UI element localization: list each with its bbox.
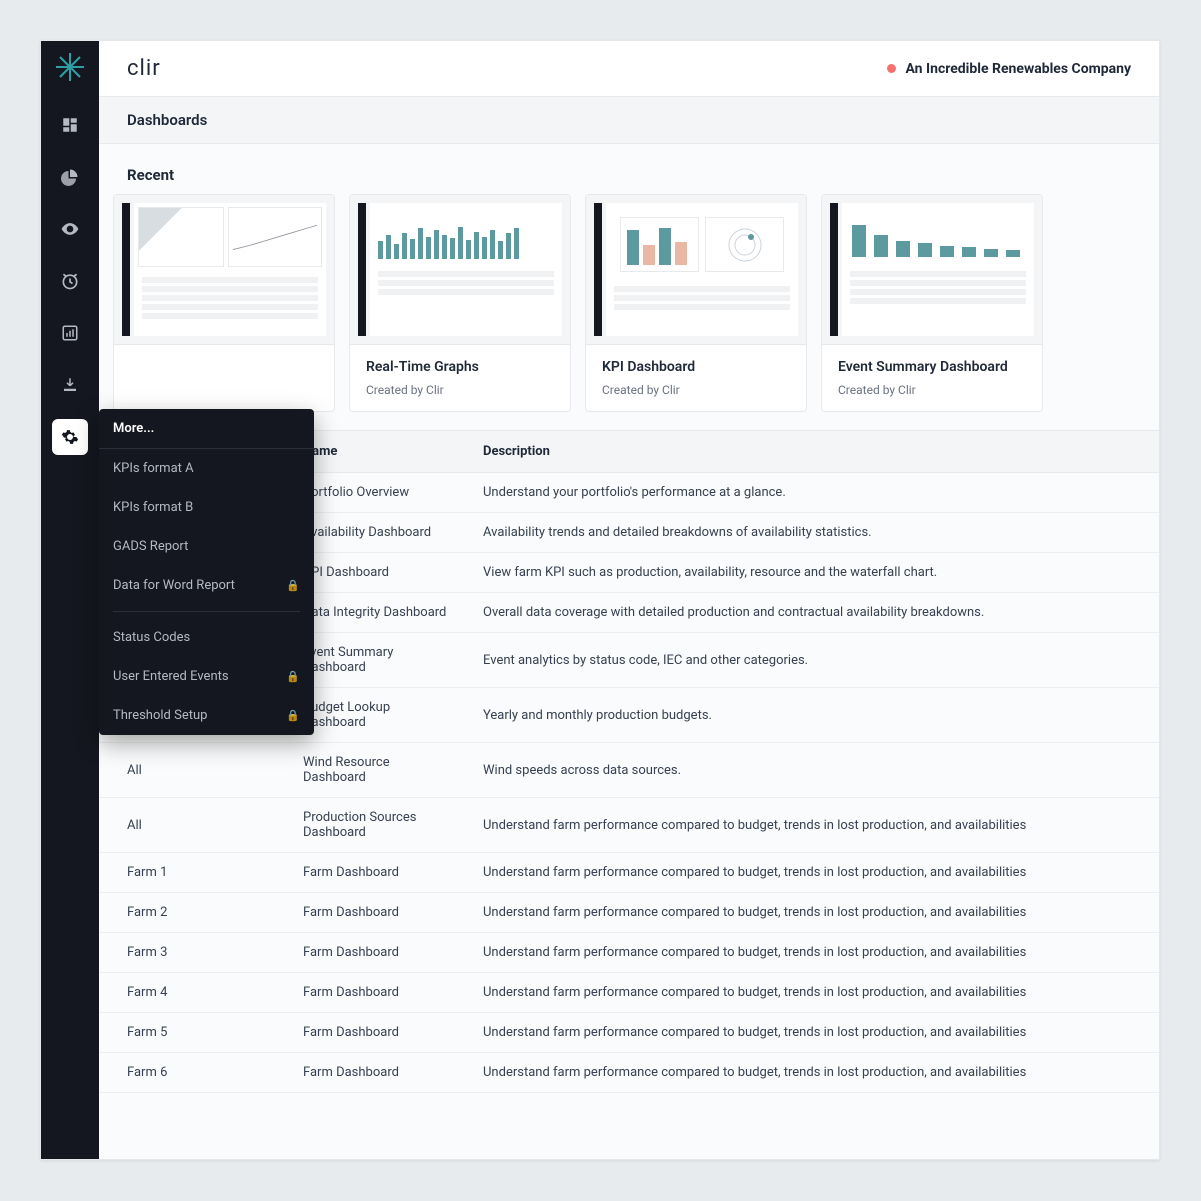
cell-name: Farm Dashboard xyxy=(289,1013,469,1053)
nav-dashboards-icon[interactable] xyxy=(52,107,88,143)
main-sidebar xyxy=(41,41,99,1159)
cell-description: Event analytics by status code, IEC and … xyxy=(469,633,1159,688)
cell-description: Understand farm performance compared to … xyxy=(469,973,1159,1013)
submenu-item[interactable]: Status Codes xyxy=(99,618,314,657)
cell-description: Availability trends and detailed breakdo… xyxy=(469,513,1159,553)
topbar: clir An Incredible Renewables Company xyxy=(99,41,1159,97)
recent-card[interactable]: KPI Dashboard Created by Clir xyxy=(585,194,807,412)
card-thumbnail xyxy=(350,195,570,345)
table-row[interactable]: Farm 6Farm DashboardUnderstand farm perf… xyxy=(99,1053,1159,1093)
cell-description: Understand farm performance compared to … xyxy=(469,1013,1159,1053)
settings-submenu: More... KPIs format A KPIs format B GADS R… xyxy=(99,409,314,735)
table-row[interactable]: Farm 2Farm DashboardUnderstand farm perf… xyxy=(99,893,1159,933)
cell-scope: Farm 5 xyxy=(99,1013,289,1053)
lock-icon: 🔒 xyxy=(286,579,300,592)
card-thumbnail xyxy=(822,195,1042,345)
cell-scope: All xyxy=(99,743,289,798)
cell-description: Understand farm performance compared to … xyxy=(469,853,1159,893)
cell-scope: Farm 1 xyxy=(99,853,289,893)
cell-scope: Farm 2 xyxy=(99,893,289,933)
lock-icon: 🔒 xyxy=(286,670,300,683)
card-subtitle: Created by Clir xyxy=(602,383,790,397)
cell-name: KPI Dashboard xyxy=(289,553,469,593)
cell-name: Availability Dashboard xyxy=(289,513,469,553)
cell-description: Wind speeds across data sources. xyxy=(469,743,1159,798)
submenu-item[interactable]: KPIs format B xyxy=(99,488,314,527)
cell-description: View farm KPI such as production, availa… xyxy=(469,553,1159,593)
page-title: Dashboards xyxy=(99,97,1159,144)
cell-name: Data Integrity Dashboard xyxy=(289,593,469,633)
card-subtitle: Created by Clir xyxy=(838,383,1026,397)
table-row[interactable]: AllProduction Sources DashboardUnderstan… xyxy=(99,798,1159,853)
submenu-item[interactable]: Data for Word Report 🔒 xyxy=(99,566,314,605)
lock-icon: 🔒 xyxy=(286,709,300,722)
company-selector[interactable]: An Incredible Renewables Company xyxy=(887,61,1132,77)
clir-logo-icon xyxy=(54,51,86,83)
table-row[interactable]: Farm 3Farm DashboardUnderstand farm perf… xyxy=(99,933,1159,973)
cell-scope: All xyxy=(99,798,289,853)
submenu-item-label: GADS Report xyxy=(113,539,188,554)
nav-piechart-icon[interactable] xyxy=(52,159,88,195)
recent-heading: Recent xyxy=(99,144,1159,194)
submenu-item-label: User Entered Events xyxy=(113,669,229,684)
submenu-item[interactable]: GADS Report xyxy=(99,527,314,566)
submenu-item-label: Data for Word Report xyxy=(113,578,235,593)
recent-cards-row: Real-Time GraphsCreated by ClirKPI Dashb… xyxy=(99,194,1159,430)
table-row[interactable]: Farm 4Farm DashboardUnderstand farm perf… xyxy=(99,973,1159,1013)
submenu-header: More... xyxy=(99,409,314,449)
table-row[interactable]: AllWind Resource DashboardWind speeds ac… xyxy=(99,743,1159,798)
table-row[interactable]: Farm 1Farm DashboardUnderstand farm perf… xyxy=(99,853,1159,893)
cell-description: Yearly and monthly production budgets. xyxy=(469,688,1159,743)
cell-scope: Farm 3 xyxy=(99,933,289,973)
recent-card[interactable]: Event Summary Dashboard Created by Clir xyxy=(821,194,1043,412)
cell-name: Portfolio Overview xyxy=(289,473,469,513)
cell-description: Understand farm performance compared to … xyxy=(469,933,1159,973)
recent-card[interactable]: Real-Time Graphs Created by Clir xyxy=(349,194,571,412)
cell-description: Understand farm performance compared to … xyxy=(469,1053,1159,1093)
col-name[interactable]: Name xyxy=(289,431,469,473)
cell-name: Farm Dashboard xyxy=(289,973,469,1013)
cell-name: Budget Lookup Dashboard xyxy=(289,688,469,743)
cell-description: Understand farm performance compared to … xyxy=(469,893,1159,933)
table-row[interactable]: Farm 5Farm DashboardUnderstand farm perf… xyxy=(99,1013,1159,1053)
submenu-item-label: Threshold Setup xyxy=(113,708,207,723)
card-title: Real-Time Graphs xyxy=(366,359,554,375)
submenu-item[interactable]: Threshold Setup 🔒 xyxy=(99,696,314,735)
submenu-item[interactable]: User Entered Events 🔒 xyxy=(99,657,314,696)
recent-card[interactable] xyxy=(113,194,335,412)
brand-text: clir xyxy=(127,56,161,81)
nav-eye-icon[interactable] xyxy=(52,211,88,247)
submenu-divider xyxy=(113,611,300,612)
status-dot-icon xyxy=(887,64,896,73)
card-title: Event Summary Dashboard xyxy=(838,359,1026,375)
cell-name: Production Sources Dashboard xyxy=(289,798,469,853)
company-name: An Incredible Renewables Company xyxy=(906,61,1132,77)
submenu-item-label: KPIs format A xyxy=(113,461,194,476)
card-subtitle: Created by Clir xyxy=(366,383,554,397)
card-thumbnail xyxy=(114,195,334,345)
col-description[interactable]: Description xyxy=(469,431,1159,473)
cell-scope: Farm 4 xyxy=(99,973,289,1013)
nav-settings-icon[interactable] xyxy=(52,419,88,455)
nav-barchart-icon[interactable] xyxy=(52,315,88,351)
cell-name: Farm Dashboard xyxy=(289,893,469,933)
submenu-item-label: Status Codes xyxy=(113,630,190,645)
cell-name: Event Summary Dashboard xyxy=(289,633,469,688)
card-thumbnail xyxy=(586,195,806,345)
submenu-item-label: KPIs format B xyxy=(113,500,193,515)
cell-description: Understand farm performance compared to … xyxy=(469,798,1159,853)
cell-name: Farm Dashboard xyxy=(289,853,469,893)
cell-name: Farm Dashboard xyxy=(289,1053,469,1093)
cell-description: Understand your portfolio's performance … xyxy=(469,473,1159,513)
nav-download-icon[interactable] xyxy=(52,367,88,403)
nav-alarm-icon[interactable] xyxy=(52,263,88,299)
cell-name: Farm Dashboard xyxy=(289,933,469,973)
submenu-item[interactable]: KPIs format A xyxy=(99,449,314,488)
cell-name: Wind Resource Dashboard xyxy=(289,743,469,798)
cell-scope: Farm 6 xyxy=(99,1053,289,1093)
cell-description: Overall data coverage with detailed prod… xyxy=(469,593,1159,633)
card-title: KPI Dashboard xyxy=(602,359,790,375)
